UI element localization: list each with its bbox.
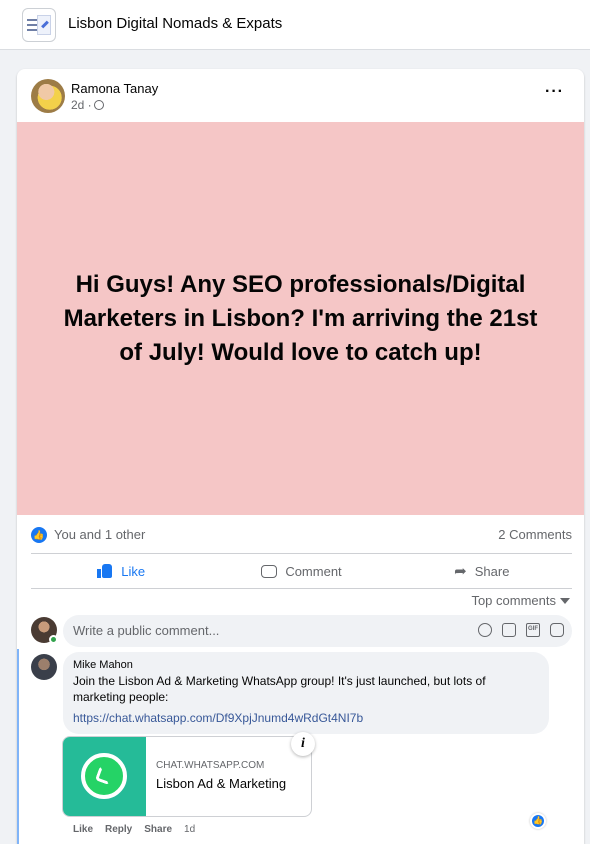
camera-icon[interactable] [502,623,516,637]
comment-like-reaction-icon[interactable]: 👍 [530,813,546,829]
group-name[interactable]: Lisbon Digital Nomads & Expats [68,15,282,32]
comment-actions: Like Reply Share 1d [73,824,195,835]
comment-link[interactable]: https://chat.whatsapp.com/Df9XpjJnumd4wR… [73,711,363,725]
comments-count[interactable]: 2 Comments [498,527,572,542]
comments-sort-dropdown[interactable]: Top comments [471,593,570,608]
reactions-summary[interactable]: You and 1 other [54,527,145,542]
composer-icons: GIF [478,623,564,637]
comment-text: Join the Lisbon Ad & Marketing WhatsApp … [73,674,486,704]
post-meta: 2d · [71,98,104,112]
comment-composer[interactable]: GIF [63,615,572,647]
globe-icon [93,100,104,110]
online-status-dot [49,635,58,644]
share-icon: ➦ [454,562,467,580]
post-time[interactable]: 2d · [71,98,92,112]
like-button[interactable]: Like [31,554,211,588]
post-actions: Like Comment ➦ Share [31,554,572,588]
info-icon[interactable]: i [291,732,315,756]
comment-thread-line [17,649,19,844]
preview-title: Lisbon Ad & Marketing [156,776,287,791]
comment-share-link[interactable]: Share [144,824,172,835]
post-author[interactable]: Ramona Tanay [71,81,158,96]
chevron-down-icon [560,598,570,604]
preview-domain: CHAT.WHATSAPP.COM [156,760,265,771]
gif-icon[interactable]: GIF [526,623,540,637]
like-label: Like [121,563,146,579]
sort-label: Top comments [471,593,556,608]
comment-button[interactable]: Comment [211,554,391,588]
share-label: Share [474,563,510,579]
comment-bubble: Mike Mahon Join the Lisbon Ad & Marketin… [63,652,549,734]
comment-like-link[interactable]: Like [73,824,93,835]
group-header: Lisbon Digital Nomads & Expats [0,0,590,50]
post-text: Hi Guys! Any SEO professionals/Digital M… [63,270,538,366]
like-icon [97,563,113,579]
like-reaction-icon[interactable]: 👍 [31,527,47,543]
post-background: Hi Guys! Any SEO professionals/Digital M… [17,122,584,515]
emoji-icon[interactable] [478,623,492,637]
comment-time[interactable]: 1d [184,824,195,835]
post-card: Ramona Tanay 2d · ··· Hi Guys! Any SEO p… [17,69,584,844]
whatsapp-icon [81,753,127,799]
comment-reply-link[interactable]: Reply [105,824,132,835]
divider [31,588,572,589]
more-options-button[interactable]: ··· [545,83,564,101]
commenter-avatar[interactable] [31,654,57,680]
group-thumbnail[interactable] [22,8,56,42]
link-preview-card[interactable]: CHAT.WHATSAPP.COM Lisbon Ad & Marketing [62,736,312,817]
author-avatar[interactable] [31,79,65,113]
sticker-icon[interactable] [550,623,564,637]
comment-label: Comment [285,563,342,579]
post-stats: 👍 You and 1 other 2 Comments [31,526,572,546]
comment-icon [261,564,278,578]
comment-input[interactable] [73,623,453,638]
whatsapp-tile [63,737,146,816]
commenter-name[interactable]: Mike Mahon [73,659,133,671]
share-button[interactable]: ➦ Share [392,554,572,588]
